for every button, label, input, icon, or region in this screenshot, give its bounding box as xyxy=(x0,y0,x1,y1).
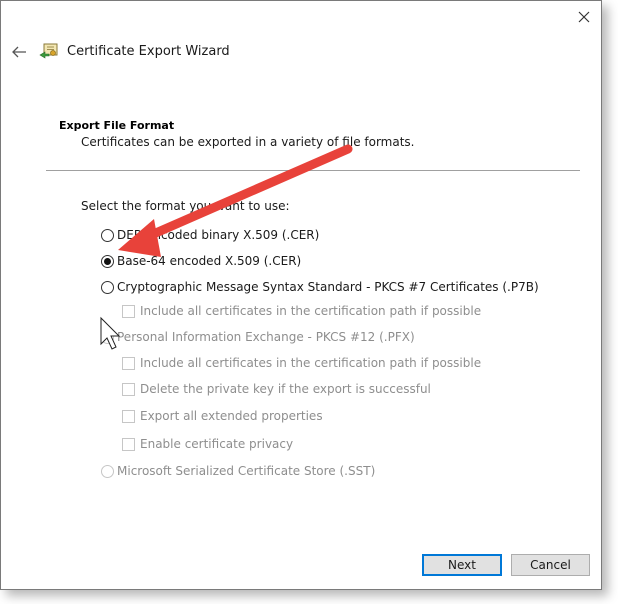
pfx-delete-key-checkbox[interactable] xyxy=(122,382,135,396)
format-prompt: Select the format you want to use: xyxy=(81,199,290,213)
der-label: DER encoded binary X.509 (.CER) xyxy=(117,228,320,242)
pkcs7-include-path-checkbox[interactable] xyxy=(122,304,135,318)
certificate-icon xyxy=(39,43,58,59)
pfx-export-properties-checkbox[interactable] xyxy=(122,409,135,423)
pfx-include-path-label: Include all certificates in the certific… xyxy=(140,356,482,370)
base64-radio[interactable] xyxy=(101,254,114,268)
checkbox-pfx-delete-key[interactable]: Delete the private key if the export is … xyxy=(122,381,431,397)
pfx-cert-privacy-label: Enable certificate privacy xyxy=(140,437,294,451)
sst-label: Microsoft Serialized Certificate Store (… xyxy=(117,464,376,478)
pfx-radio[interactable] xyxy=(101,330,114,344)
pfx-include-path-checkbox[interactable] xyxy=(122,356,135,370)
back-button[interactable] xyxy=(7,41,31,63)
radio-option-pkcs7[interactable]: Cryptographic Message Syntax Standard - … xyxy=(101,279,539,295)
der-radio[interactable] xyxy=(101,228,114,242)
radio-option-pfx[interactable]: Personal Information Exchange - PKCS #12… xyxy=(101,329,415,345)
header-divider xyxy=(46,170,580,171)
base64-label: Base-64 encoded X.509 (.CER) xyxy=(117,254,302,268)
sst-radio[interactable] xyxy=(101,464,114,478)
certificate-export-wizard-window: Certificate Export Wizard Export File Fo… xyxy=(0,0,602,590)
wizard-title: Certificate Export Wizard xyxy=(67,44,230,59)
checkbox-pfx-include-path[interactable]: Include all certificates in the certific… xyxy=(122,355,481,371)
checkbox-pfx-export-properties[interactable]: Export all extended properties xyxy=(122,408,323,424)
pfx-label: Personal Information Exchange - PKCS #12… xyxy=(117,330,415,344)
pfx-cert-privacy-checkbox[interactable] xyxy=(122,437,135,451)
radio-option-der[interactable]: DER encoded binary X.509 (.CER) xyxy=(101,227,319,243)
radio-option-sst[interactable]: Microsoft Serialized Certificate Store (… xyxy=(101,463,375,479)
next-button[interactable]: Next xyxy=(422,554,502,576)
pkcs7-radio[interactable] xyxy=(101,280,114,294)
checkbox-pkcs7-include-path[interactable]: Include all certificates in the certific… xyxy=(122,303,481,319)
back-arrow-icon xyxy=(12,46,26,58)
section-description: Certificates can be exported in a variet… xyxy=(81,135,415,149)
pfx-delete-key-label: Delete the private key if the export is … xyxy=(140,382,431,396)
radio-option-base64[interactable]: Base-64 encoded X.509 (.CER) xyxy=(101,253,301,269)
section-title: Export File Format xyxy=(59,119,175,132)
close-icon xyxy=(578,11,590,23)
pfx-export-properties-label: Export all extended properties xyxy=(140,409,323,423)
close-button[interactable] xyxy=(566,3,602,31)
pkcs7-include-path-label: Include all certificates in the certific… xyxy=(140,304,482,318)
cancel-button[interactable]: Cancel xyxy=(511,554,590,576)
checkbox-pfx-cert-privacy[interactable]: Enable certificate privacy xyxy=(122,436,293,452)
pkcs7-label: Cryptographic Message Syntax Standard - … xyxy=(117,280,539,294)
